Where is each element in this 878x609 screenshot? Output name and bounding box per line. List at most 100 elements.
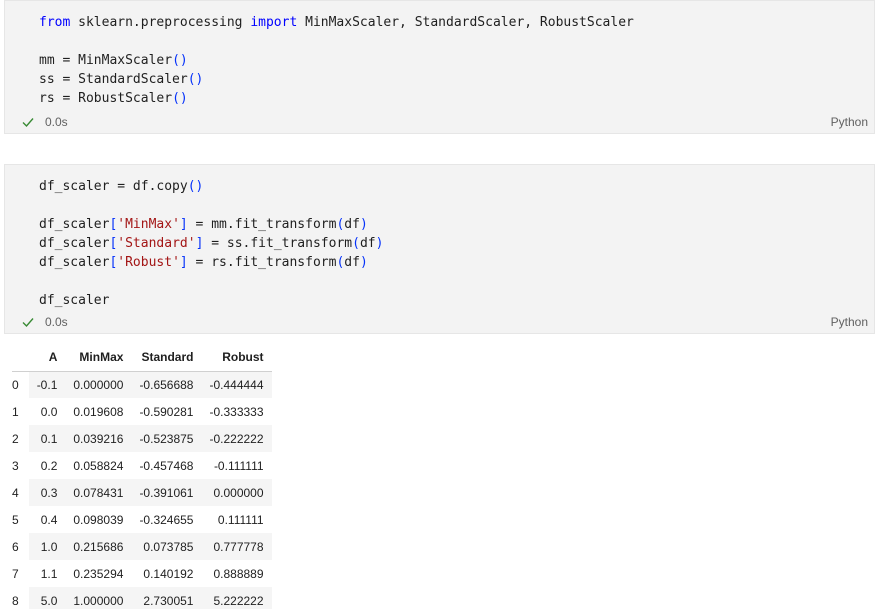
table-row: 7 1.1 0.235294 0.140192 0.888889 <box>12 560 272 587</box>
code-token: rs = <box>39 91 79 106</box>
table-row: 2 0.1 0.039216 -0.523875 -0.222222 <box>12 425 272 452</box>
row-index: 1 <box>12 398 29 425</box>
table-cell: -0.1 <box>28 371 66 398</box>
code-token: df_scaler <box>39 293 110 308</box>
code-token: df_scaler = df.copy <box>39 179 188 194</box>
code-token: 'Robust' <box>117 255 180 270</box>
table-cell: -0.391061 <box>131 479 202 506</box>
table-cell: -0.523875 <box>131 425 202 452</box>
code-token: MinMaxScaler <box>78 53 173 68</box>
code-token: 'MinMax' <box>117 217 180 232</box>
table-cell: 1.0 <box>28 533 66 560</box>
code-token: StandardScaler <box>78 72 188 87</box>
row-index: 7 <box>12 560 29 587</box>
table-row: 4 0.3 0.078431 -0.391061 0.000000 <box>12 479 272 506</box>
row-index: 4 <box>12 479 29 506</box>
row-index: 0 <box>12 371 29 398</box>
code-token: = ss.fit_transform <box>203 236 353 251</box>
execution-time: 0.0s <box>45 115 68 129</box>
code-token: ) <box>359 255 368 270</box>
table-cell: 0.2 <box>40 458 58 473</box>
table-header-row: A MinMax Standard Robust <box>12 344 272 372</box>
table-cell: 0.235294 <box>73 566 124 581</box>
code-line[interactable]: df_scaler <box>39 291 383 310</box>
code-token: df <box>344 217 360 232</box>
table-cell: 0.111111 <box>217 512 264 527</box>
table-cell: -0.444444 <box>201 371 272 398</box>
code-token: df_scaler <box>39 217 110 232</box>
check-icon <box>22 118 34 128</box>
code-token: df_scaler <box>39 236 110 251</box>
code-token: df <box>359 236 376 251</box>
code-editor[interactable]: df_scaler = df.copy() df_scaler['MinMax']… <box>39 177 383 310</box>
row-index: 8 <box>12 587 29 609</box>
code-cell-2[interactable]: df_scaler = df.copy() df_scaler['MinMax']… <box>4 164 875 334</box>
table-cell: 1.1 <box>40 566 58 581</box>
table-cell: 0.019608 <box>73 404 124 419</box>
table-cell: 0.888889 <box>213 566 264 581</box>
table-cell: 0.0 <box>40 404 58 419</box>
table-cell: 0.039216 <box>65 425 132 452</box>
code-editor[interactable]: from sklearn.preprocessing import MinMax… <box>39 13 634 108</box>
code-token: mm = <box>39 53 79 68</box>
code-token: = rs.fit_transform <box>187 255 337 270</box>
execution-time: 0.0s <box>45 315 68 329</box>
code-line[interactable]: mm = MinMaxScaler() <box>39 51 634 70</box>
table-cell: 0.3 <box>28 479 66 506</box>
code-line[interactable] <box>39 196 383 215</box>
code-cell-1[interactable]: from sklearn.preprocessing import MinMax… <box>4 0 875 134</box>
table-cell: -0.324655 <box>139 512 194 527</box>
code-token: df_scaler <box>39 255 110 270</box>
code-token: ] <box>179 255 188 270</box>
code-token: () <box>172 91 188 106</box>
code-token: 'Standard' <box>117 236 196 251</box>
code-token: ] <box>179 217 188 232</box>
code-token: ) <box>375 236 384 251</box>
table-cell: 0.098039 <box>73 512 124 527</box>
code-token: = mm.fit_transform <box>187 217 337 232</box>
column-header: MinMax <box>65 344 132 372</box>
table-cell: 0.4 <box>40 512 58 527</box>
cell-language[interactable]: Python <box>831 313 868 331</box>
table-cell: 5.222222 <box>201 587 272 609</box>
check-icon <box>22 318 34 328</box>
code-line[interactable]: from sklearn.preprocessing import MinMax… <box>39 13 634 32</box>
cell-language[interactable]: Python <box>831 113 868 131</box>
row-index: 2 <box>12 425 29 452</box>
table-cell: 0.000000 <box>201 479 272 506</box>
code-line[interactable]: rs = RobustScaler() <box>39 89 634 108</box>
table-cell: -0.222222 <box>201 425 272 452</box>
code-line[interactable]: df_scaler = df.copy() <box>39 177 383 196</box>
code-line[interactable] <box>39 32 634 51</box>
table-cell: -0.590281 <box>139 404 194 419</box>
row-index: 6 <box>12 533 29 560</box>
table-cell: 0.777778 <box>201 533 272 560</box>
code-line[interactable]: df_scaler['Robust'] = rs.fit_transform(d… <box>39 253 383 272</box>
table-cell: 2.730051 <box>131 587 202 609</box>
table-row: 0 -0.1 0.000000 -0.656688 -0.444444 <box>12 371 272 398</box>
code-token: ss = <box>39 72 79 87</box>
code-token: from <box>39 15 71 30</box>
execution-status: 0.0s <box>21 313 68 331</box>
table-cell: -0.111111 <box>213 458 264 473</box>
table-row: 6 1.0 0.215686 0.073785 0.777778 <box>12 533 272 560</box>
code-line[interactable] <box>39 272 383 291</box>
column-header: Robust <box>201 344 272 372</box>
table-row: 8 5.0 1.000000 2.730051 5.222222 <box>12 587 272 609</box>
index-header <box>12 344 29 372</box>
code-token: df <box>344 255 360 270</box>
code-line[interactable]: df_scaler['MinMax'] = mm.fit_transform(d… <box>39 215 383 234</box>
execution-status: 0.0s <box>21 113 68 131</box>
table-cell: 0.078431 <box>65 479 132 506</box>
table-cell: 5.0 <box>28 587 66 609</box>
output-dataframe: A MinMax Standard Robust 0 -0.1 0.000000 -0… <box>12 344 272 609</box>
column-header: A <box>28 344 66 372</box>
table-cell: -0.333333 <box>209 404 264 419</box>
table-cell: 1.000000 <box>65 587 132 609</box>
code-token: ( <box>352 236 360 251</box>
row-index: 5 <box>12 506 29 533</box>
table-cell: -0.656688 <box>131 371 202 398</box>
code-token: () <box>187 179 204 194</box>
code-line[interactable]: ss = StandardScaler() <box>39 70 634 89</box>
code-line[interactable]: df_scaler['Standard'] = ss.fit_transform… <box>39 234 383 253</box>
